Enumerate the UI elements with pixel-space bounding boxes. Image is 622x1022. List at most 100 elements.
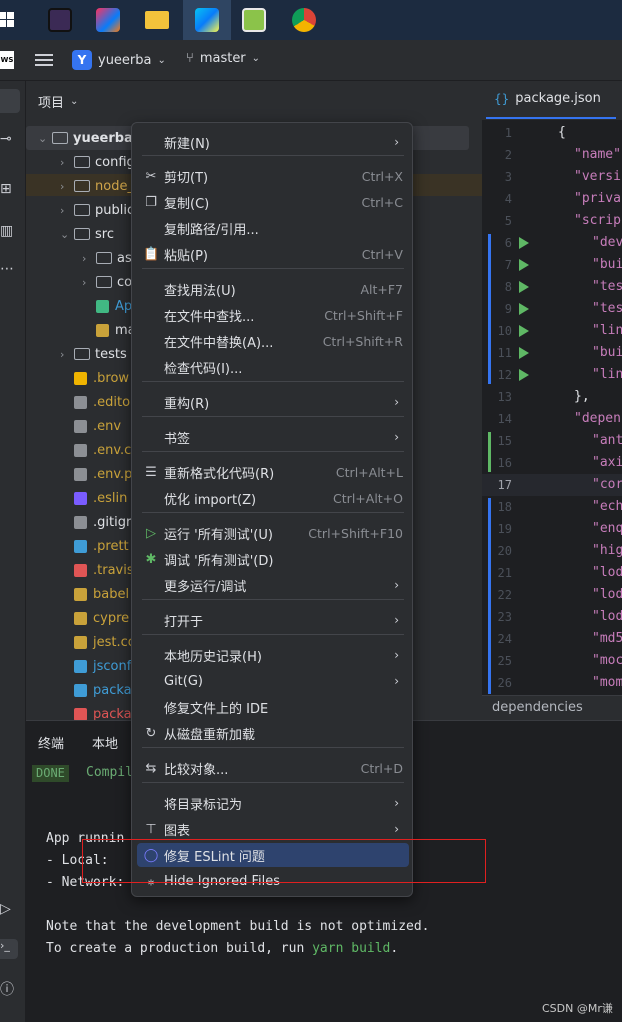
run-gutter-icon[interactable] xyxy=(519,325,529,337)
project-panel-header[interactable]: 项目 ⌄ xyxy=(38,92,78,111)
menu-item[interactable]: 优化 import(Z) Ctrl+Alt+O xyxy=(137,486,409,510)
chevron-right-icon[interactable]: › xyxy=(60,180,74,193)
menu-item[interactable]: ▷ 运行 '所有测试'(U) Ctrl+Shift+F10 xyxy=(137,521,409,545)
run-gutter-icon[interactable] xyxy=(519,237,529,249)
menu-item[interactable]: ⊤ 图表 › xyxy=(137,817,409,841)
chevron-down-icon[interactable]: ⌄ xyxy=(60,228,74,241)
line-number: 25 xyxy=(497,654,512,668)
tree-item[interactable]: ma xyxy=(82,319,136,341)
chevron-right-icon: › xyxy=(394,135,399,149)
tree-item[interactable]: cypre xyxy=(60,607,129,629)
run-gutter-icon[interactable] xyxy=(519,303,529,315)
chevron-right-icon[interactable]: › xyxy=(82,276,96,289)
tree-item[interactable]: packa xyxy=(60,679,132,701)
menu-item[interactable]: 更多运行/调试 › xyxy=(137,573,409,597)
menu-item[interactable]: ✂ 剪切(T) Ctrl+X xyxy=(137,164,409,188)
windows-start-icon[interactable] xyxy=(0,5,20,35)
run-gutter-icon[interactable] xyxy=(519,347,529,359)
chevron-down-icon[interactable]: ⌄ xyxy=(38,132,52,145)
menu-item[interactable]: 查找用法(U) Alt+F7 xyxy=(137,277,409,301)
tree-item[interactable]: .env.c xyxy=(60,439,131,461)
tab-local[interactable]: 本地 xyxy=(92,733,118,752)
notepad-app-icon[interactable] xyxy=(236,5,272,35)
tree-item[interactable]: › config xyxy=(60,151,135,173)
tree-item[interactable]: ⌄ src xyxy=(60,223,114,245)
branch-switcher[interactable]: ⑂ master ⌄ xyxy=(186,51,260,66)
tab-terminal[interactable]: 终端 xyxy=(38,733,64,752)
project-avatar: Y xyxy=(72,50,92,70)
hamburger-menu-icon[interactable] xyxy=(35,52,53,68)
tree-item[interactable]: › tests xyxy=(60,343,127,365)
menu-item[interactable]: 新建(N) › xyxy=(137,130,409,154)
menu-item[interactable]: 修复文件上的 IDE xyxy=(137,695,409,719)
menu-item[interactable]: 重构(R) › xyxy=(137,390,409,414)
tree-item[interactable]: › as xyxy=(82,247,132,269)
chevron-right-icon[interactable]: › xyxy=(82,252,96,265)
menu-item[interactable]: 检查代码(I)... xyxy=(137,355,409,379)
reformat-icon: ☰ xyxy=(145,464,157,480)
run-gutter-icon[interactable] xyxy=(519,369,529,381)
chrome-icon[interactable] xyxy=(286,5,322,35)
gamer-cat-app-icon[interactable] xyxy=(42,5,78,35)
chevron-right-icon[interactable]: › xyxy=(60,348,74,361)
project-switcher[interactable]: Y yueerba ⌄ xyxy=(72,50,166,70)
menu-item[interactable]: ❐ 复制(C) Ctrl+C xyxy=(137,190,409,214)
menu-item[interactable]: 📋 粘贴(P) Ctrl+V xyxy=(137,242,409,266)
more-tools-icon[interactable]: ⋯ xyxy=(0,261,14,277)
tree-item[interactable]: babel xyxy=(60,583,129,605)
menu-item[interactable]: ☰ 重新格式化代码(R) Ctrl+Alt+L xyxy=(137,460,409,484)
tree-item[interactable]: .brow xyxy=(60,367,129,389)
file-explorer-icon[interactable] xyxy=(139,5,175,35)
tree-item[interactable]: Ap xyxy=(82,295,132,317)
breadcrumb[interactable]: dependencies xyxy=(492,700,583,715)
line-number: 3 xyxy=(504,170,512,184)
commit-icon[interactable]: ⊸ xyxy=(0,131,12,147)
terminal-tool-icon[interactable]: ›_ xyxy=(0,939,18,959)
run-gutter-icon[interactable] xyxy=(519,259,529,271)
scissors-icon: ✂ xyxy=(145,168,157,184)
project-tool-folder-icon[interactable] xyxy=(0,89,20,113)
menu-item[interactable]: 打开于 › xyxy=(137,608,409,632)
menu-item[interactable]: 书签 › xyxy=(137,425,409,449)
line-number: 17 xyxy=(497,478,512,492)
menu-item[interactable]: ✱ 调试 '所有测试'(D) xyxy=(137,547,409,571)
bookmarks-icon[interactable]: ▥ xyxy=(0,223,13,239)
tree-item[interactable]: jest.co xyxy=(60,631,136,653)
menu-item[interactable]: 将目录标记为 › xyxy=(137,791,409,815)
tree-item[interactable]: › node_ xyxy=(60,175,134,197)
tree-item[interactable]: .env.p xyxy=(60,463,132,485)
menu-item[interactable]: Git(G) › xyxy=(137,669,409,693)
editor-tab[interactable]: {} package.json xyxy=(494,91,601,106)
tree-item[interactable]: .travis xyxy=(60,559,134,581)
line-number: 11 xyxy=(497,346,512,360)
menu-item[interactable]: 复制路径/引用... xyxy=(137,216,409,240)
tree-item[interactable]: .env xyxy=(60,415,121,437)
tree-item[interactable]: › co xyxy=(82,271,132,293)
menu-item[interactable]: ⇆ 比较对象... Ctrl+D xyxy=(137,756,409,780)
tree-item-label: .brow xyxy=(93,370,130,386)
paste-icon: 📋 xyxy=(143,246,160,262)
tree-item[interactable]: .gitigr xyxy=(60,511,131,533)
chevron-right-icon[interactable]: › xyxy=(60,156,74,169)
menu-item[interactable]: ↻ 从磁盘重新加载 xyxy=(137,721,409,745)
intellij-idea-icon[interactable] xyxy=(90,5,126,35)
run-tool-icon[interactable]: ▷ xyxy=(0,901,11,917)
menu-item[interactable]: 在文件中替换(A)... Ctrl+Shift+R xyxy=(137,329,409,353)
chevron-right-icon[interactable]: › xyxy=(60,204,74,217)
tree-item-label: .prett xyxy=(93,538,129,554)
file-icon xyxy=(74,683,87,697)
tree-item[interactable]: .eslin xyxy=(60,487,127,509)
menu-item[interactable]: 在文件中查找... Ctrl+Shift+F xyxy=(137,303,409,327)
run-gutter-icon[interactable] xyxy=(519,281,529,293)
tree-item[interactable]: jsconf xyxy=(60,655,131,677)
problems-icon[interactable]: ⓘ xyxy=(0,979,14,999)
tree-item[interactable]: .edito xyxy=(60,391,130,413)
tree-item[interactable]: ⌄ yueerba xyxy=(38,127,133,149)
menu-item-label: 剪切(T) xyxy=(164,170,209,186)
structure-icon[interactable]: ⊞ xyxy=(0,181,12,197)
tree-item[interactable]: › public xyxy=(60,199,134,221)
menu-item-shortcut: Ctrl+D xyxy=(360,760,403,776)
menu-item[interactable]: 本地历史记录(H) › xyxy=(137,643,409,667)
webstorm-icon[interactable] xyxy=(183,0,231,40)
tree-item[interactable]: .prett xyxy=(60,535,129,557)
